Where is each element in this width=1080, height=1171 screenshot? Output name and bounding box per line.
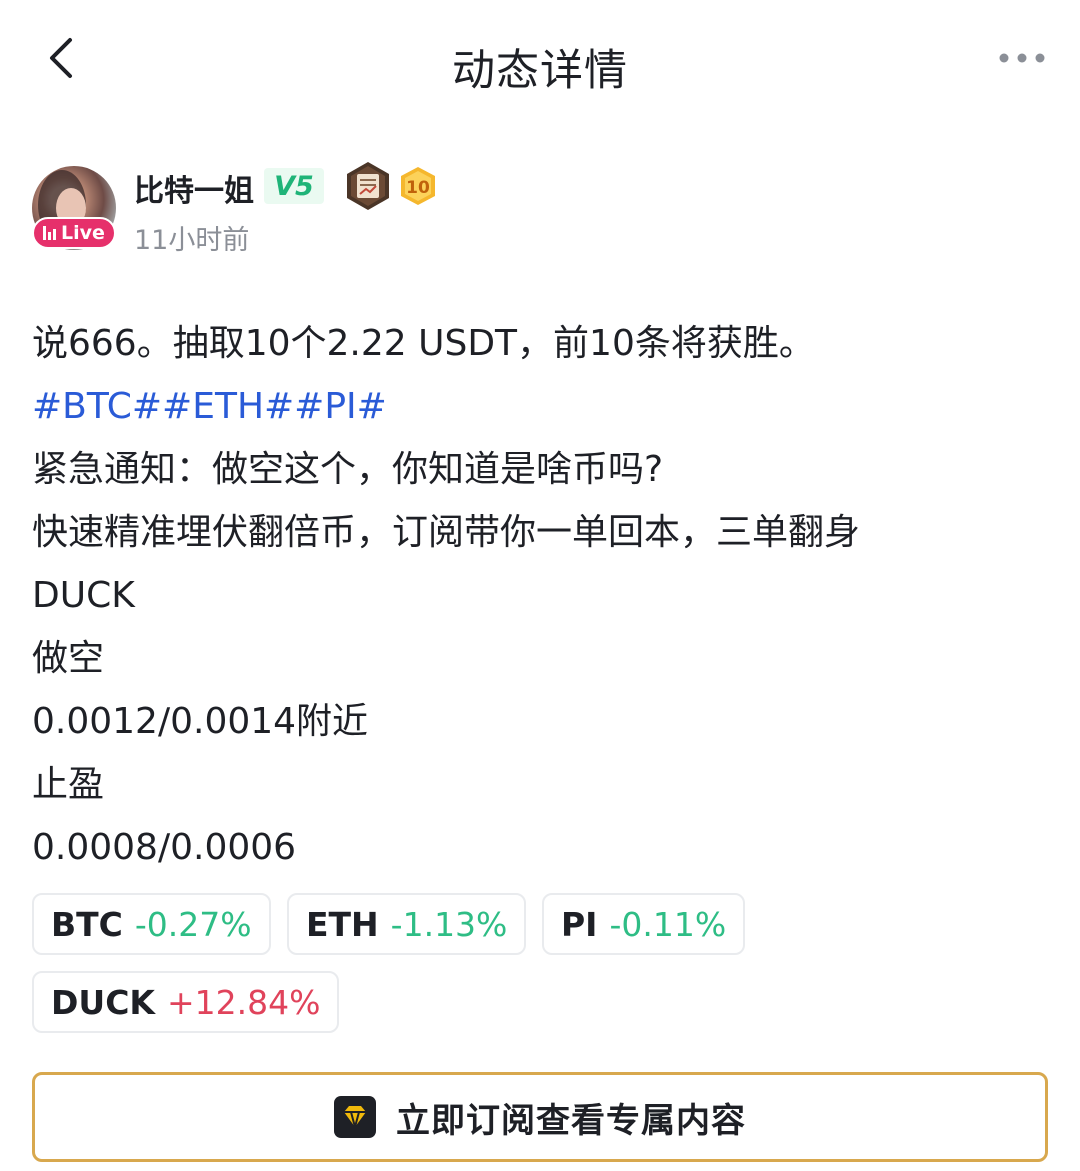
scroll-medal-icon bbox=[347, 162, 389, 210]
coin-symbol: ETH bbox=[306, 904, 379, 944]
post-line: 做空 bbox=[32, 638, 105, 679]
post-line: 紧急通知：做空这个，你知道是啥币吗? bbox=[32, 449, 664, 490]
vip-badge: V5 bbox=[264, 168, 324, 204]
author-row: Live 比特一姐 V5 10 11小时前 bbox=[32, 160, 1048, 260]
coin-symbol: DUCK bbox=[51, 982, 155, 1022]
post-line: 说666。抽取10个2.22 USDT，前10条将获胜。 bbox=[32, 323, 815, 364]
more-horizontal-icon bbox=[999, 53, 1045, 63]
live-bars-icon bbox=[43, 226, 57, 240]
coin-chip-duck[interactable]: DUCK +12.84% bbox=[32, 971, 340, 1033]
more-options-button[interactable] bbox=[994, 38, 1050, 78]
post-line: 0.0012/0.0014附近 bbox=[32, 701, 369, 742]
post-line: 0.0008/0.0006 bbox=[32, 827, 297, 868]
coin-chip-pi[interactable]: PI -0.11% bbox=[542, 893, 746, 955]
post-line: 快速精准埋伏翻倍币，订阅带你一单回本，三单翻身 bbox=[32, 512, 861, 553]
hashtag-line[interactable]: #BTC##ETH##PI# bbox=[32, 375, 1052, 438]
post-line: DUCK bbox=[32, 575, 135, 616]
coin-symbol: BTC bbox=[51, 904, 123, 944]
post-content: 说666。抽取10个2.22 USDT，前10条将获胜。 #BTC##ETH##… bbox=[32, 312, 1052, 879]
level-badge-text: 10 bbox=[406, 178, 430, 198]
live-badge[interactable]: Live bbox=[32, 217, 116, 249]
post-line: 止盈 bbox=[32, 764, 105, 805]
level-badge-icon: 10 bbox=[401, 167, 435, 205]
page-title: 动态详情 bbox=[452, 46, 628, 96]
coin-change: -0.27% bbox=[134, 904, 252, 944]
coin-symbol: PI bbox=[561, 904, 598, 944]
top-nav-bar: 动态详情 bbox=[0, 0, 1080, 120]
coin-change: +12.84% bbox=[166, 982, 321, 1022]
coin-change: -1.13% bbox=[390, 904, 508, 944]
diamond-icon bbox=[334, 1096, 376, 1138]
coin-chip-eth[interactable]: ETH -1.13% bbox=[287, 893, 527, 955]
coin-chip-btc[interactable]: BTC -0.27% bbox=[32, 893, 271, 955]
live-label: Live bbox=[61, 222, 105, 244]
subscribe-button[interactable]: 立即订阅查看专属内容 bbox=[32, 1072, 1048, 1162]
author-name[interactable]: 比特一姐 bbox=[134, 166, 254, 210]
coin-change: -0.11% bbox=[609, 904, 727, 944]
post-time: 11小时前 bbox=[134, 225, 250, 256]
subscribe-label: 立即订阅查看专属内容 bbox=[396, 1100, 746, 1141]
